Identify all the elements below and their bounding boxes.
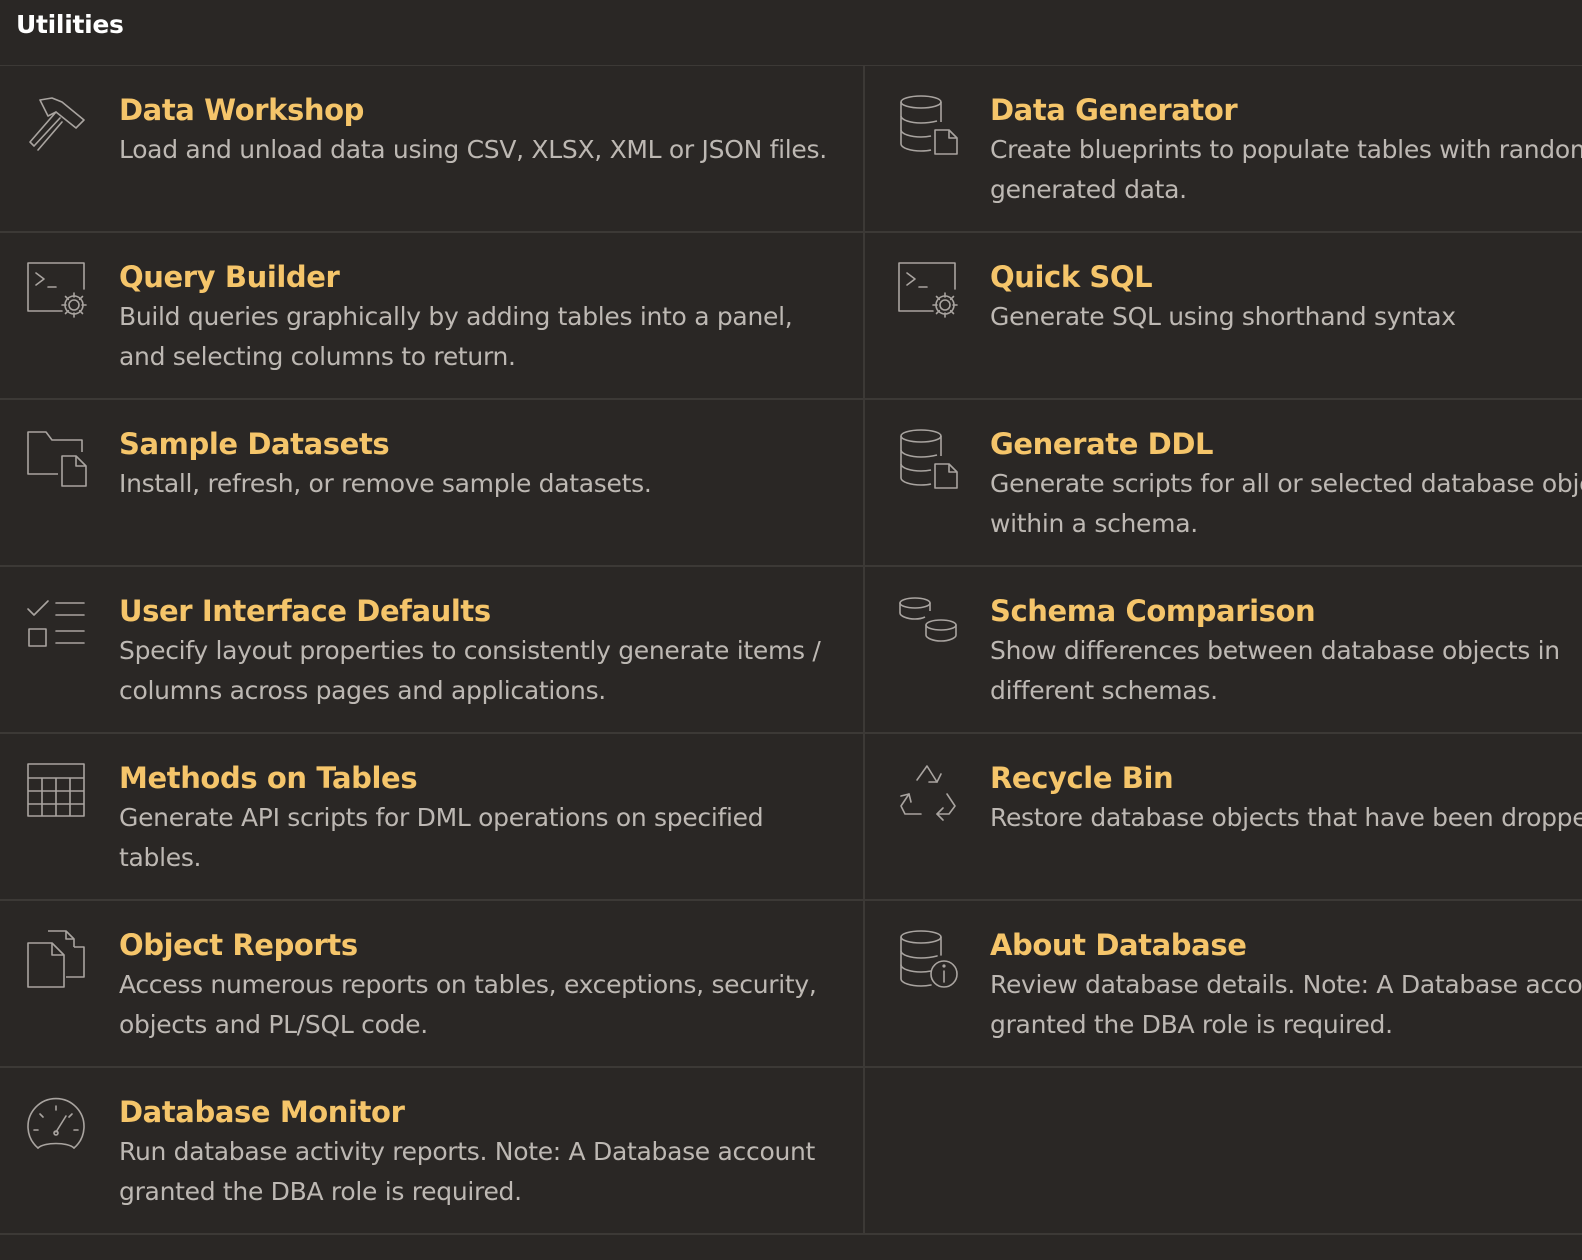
tile-title[interactable]: User Interface Defaults [119, 593, 863, 629]
tile-description-line2: generated data. [990, 174, 1187, 204]
terminal-gear-icon [26, 261, 88, 323]
recycle-icon [897, 762, 959, 824]
tile-database-monitor[interactable]: Database Monitor Run database activity r… [0, 1068, 865, 1235]
tile-title[interactable]: Query Builder [119, 259, 863, 295]
tile-about-database[interactable]: About Database Review database details. … [865, 901, 1582, 1068]
terminal-gear-icon [897, 261, 959, 323]
compare-databases-icon [897, 595, 959, 657]
gauge-icon [26, 1096, 88, 1158]
utilities-grid: Data Workshop Load and unload data using… [0, 66, 1582, 1235]
tile-data-generator[interactable]: Data Generator Create blueprints to popu… [865, 66, 1582, 233]
database-file-icon [897, 428, 959, 490]
tile-description-line2: different schemas. [990, 675, 1218, 705]
tile-recycle-bin[interactable]: Recycle Bin Restore database objects tha… [865, 734, 1582, 901]
tile-description: Access numerous reports on tables, excep… [119, 970, 817, 1039]
tile-schema-comparison[interactable]: Schema Comparison Show differences betwe… [865, 567, 1582, 734]
tile-methods-on-tables[interactable]: Methods on Tables Generate API scripts f… [0, 734, 865, 901]
tile-description-line2: within a schema. [990, 508, 1198, 538]
tile-title[interactable]: Data Generator [990, 92, 1582, 128]
tile-title[interactable]: Schema Comparison [990, 593, 1582, 629]
tile-title[interactable]: Database Monitor [119, 1094, 863, 1130]
tile-description: Restore database objects that have been … [990, 803, 1582, 832]
tile-description: Show differences between database object… [990, 636, 1560, 665]
tile-description: Review database details. Note: A Databas… [990, 970, 1582, 999]
page-title: Utilities [16, 10, 124, 39]
checklist-icon [26, 595, 88, 657]
tile-description: Generate SQL using shorthand syntax [990, 302, 1456, 331]
tile-title[interactable]: Generate DDL [990, 426, 1582, 462]
tile-title[interactable]: Data Workshop [119, 92, 863, 128]
tile-description: Load and unload data using CSV, XLSX, XM… [119, 135, 827, 164]
tile-generate-ddl[interactable]: Generate DDL Generate scripts for all or… [865, 400, 1582, 567]
tile-title[interactable]: Methods on Tables [119, 760, 863, 796]
table-grid-icon [26, 762, 88, 824]
database-info-icon [897, 929, 959, 991]
tile-object-reports[interactable]: Object Reports Access numerous reports o… [0, 901, 865, 1068]
hammer-icon [26, 94, 88, 156]
tile-sample-datasets[interactable]: Sample Datasets Install, refresh, or rem… [0, 400, 865, 567]
tile-query-builder[interactable]: Query Builder Build queries graphically … [0, 233, 865, 400]
tile-title[interactable]: About Database [990, 927, 1582, 963]
database-file-icon [897, 94, 959, 156]
tile-description: Specify layout properties to consistentl… [119, 636, 821, 705]
tile-title[interactable]: Recycle Bin [990, 760, 1582, 796]
folder-file-icon [26, 428, 88, 490]
page-header: Utilities [0, 0, 1582, 66]
tile-description: Build queries graphically by adding tabl… [119, 302, 793, 371]
tile-title[interactable]: Quick SQL [990, 259, 1582, 295]
tile-description-line2: granted the DBA role is required. [990, 1009, 1393, 1039]
documents-icon [26, 929, 88, 991]
tile-title[interactable]: Sample Datasets [119, 426, 863, 462]
tile-data-workshop[interactable]: Data Workshop Load and unload data using… [0, 66, 865, 233]
tile-description: Run database activity reports. Note: A D… [119, 1137, 816, 1206]
tile-user-interface-defaults[interactable]: User Interface Defaults Specify layout p… [0, 567, 865, 734]
tile-title[interactable]: Object Reports [119, 927, 863, 963]
tile-description: Generate scripts for all or selected dat… [990, 469, 1582, 498]
tile-description: Install, refresh, or remove sample datas… [119, 469, 652, 498]
tile-quick-sql[interactable]: Quick SQL Generate SQL using shorthand s… [865, 233, 1582, 400]
empty-tile [865, 1068, 1582, 1235]
tile-description: Generate API scripts for DML operations … [119, 803, 764, 872]
tile-description: Create blueprints to populate tables wit… [990, 135, 1582, 164]
